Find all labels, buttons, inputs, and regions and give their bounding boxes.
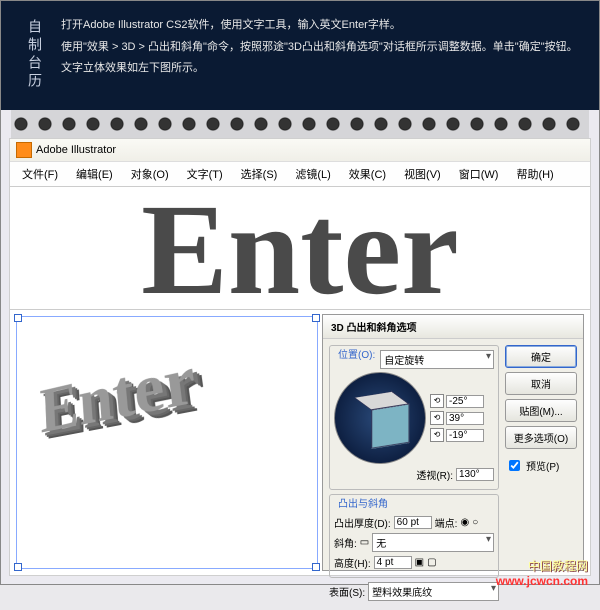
perspective-input[interactable]: 130°	[456, 468, 494, 481]
bevel-dropdown[interactable]: 无	[372, 533, 494, 552]
canvas-flat-text: Enter	[10, 187, 590, 309]
tutorial-header: 自制台历 打开Adobe Illustrator CS2软件，使用文字工具，输入…	[1, 1, 599, 110]
menu-window[interactable]: 窗口(W)	[451, 164, 507, 184]
selection-handle[interactable]	[14, 314, 22, 322]
angle-z-input[interactable]: -19°	[446, 429, 484, 442]
depth-label: 凸出厚度(D):	[334, 515, 391, 530]
selection-handle[interactable]	[14, 563, 22, 571]
extrude-fieldset: 凸出与斜角 凸出厚度(D): 60 pt 端点: ◉ ○ 斜角: ▭	[329, 494, 499, 578]
app-title: Adobe Illustrator	[36, 144, 116, 156]
position-label: 位置(O):	[336, 346, 377, 361]
cap-off-icon[interactable]: ○	[472, 517, 478, 528]
more-options-button[interactable]: 更多选项(O)	[505, 426, 577, 449]
watermark: 中国教程网 www.jcwcn.com	[496, 559, 588, 590]
axis-y-icon: ⟲	[430, 411, 444, 425]
menu-file[interactable]: 文件(F)	[14, 164, 66, 184]
bevel-in-icon[interactable]: ▣	[415, 557, 424, 568]
enter-3d[interactable]: Enter	[39, 340, 201, 449]
cap-on-icon[interactable]: ◉	[460, 517, 469, 528]
app-icon	[16, 142, 32, 158]
bevel-out-icon[interactable]: ▢	[427, 557, 436, 568]
bevel-shape-icon: ▭	[360, 537, 369, 548]
dialog-title: 3D 凸出和斜角选项	[323, 315, 583, 339]
axis-z-icon: ⟲	[430, 428, 444, 442]
height-label: 高度(H):	[334, 555, 371, 570]
spiral-binding	[11, 110, 589, 138]
instruction-1: 打开Adobe Illustrator CS2软件，使用文字工具，输入英文Ent…	[61, 17, 579, 35]
bevel-label: 斜角:	[334, 535, 357, 550]
surface-label: 表面(S):	[329, 584, 365, 599]
cancel-button[interactable]: 取消	[505, 372, 577, 395]
instruction-2: 使用"效果 > 3D > 凸出和斜角"命令，按照邪途"3D凸出和斜角选项"对话框…	[61, 39, 579, 57]
perspective-label: 透视(R):	[416, 467, 453, 482]
height-input[interactable]: 4 pt	[374, 556, 412, 569]
extrude-bevel-dialog: 3D 凸出和斜角选项 位置(O): 自定旋转	[322, 314, 584, 571]
watermark-line1: 中国教程网	[496, 559, 588, 575]
menu-help[interactable]: 帮助(H)	[508, 164, 561, 184]
watermark-line2: www.jcwcn.com	[496, 574, 588, 590]
titlebar[interactable]: Adobe Illustrator	[10, 139, 590, 162]
selection-handle[interactable]	[312, 563, 320, 571]
preview-label: 预览(P)	[526, 458, 559, 473]
menu-edit[interactable]: 编辑(E)	[68, 164, 121, 184]
selection-handle[interactable]	[312, 314, 320, 322]
enter-flat: Enter	[10, 192, 590, 309]
preview-check-input[interactable]	[509, 460, 520, 471]
angle-x-input[interactable]: -25°	[446, 395, 484, 408]
angle-y-input[interactable]: 39°	[446, 412, 484, 425]
instruction-3: 文字立体效果如左下图所示。	[61, 60, 579, 78]
axis-x-icon: ⟲	[430, 394, 444, 408]
illustrator-window: Adobe Illustrator 文件(F) 编辑(E) 对象(O) 文字(T…	[9, 138, 591, 576]
preview-checkbox[interactable]: 预览(P)	[505, 457, 577, 474]
map-art-button[interactable]: 贴图(M)...	[505, 399, 577, 422]
artboard-3d[interactable]: Enter	[16, 316, 318, 569]
position-dropdown[interactable]: 自定旋转	[380, 350, 494, 369]
cap-label: 端点:	[435, 515, 458, 530]
depth-input[interactable]: 60 pt	[394, 516, 432, 529]
ok-button[interactable]: 确定	[505, 345, 577, 368]
header-sidebar-title: 自制台历	[25, 19, 45, 91]
rotation-trackball[interactable]	[334, 372, 426, 464]
extrude-legend: 凸出与斜角	[336, 495, 390, 510]
surface-dropdown[interactable]: 塑料效果底纹	[368, 582, 499, 601]
position-fieldset: 位置(O): 自定旋转 ⟲-25° ⟲39° ⟲-19°	[329, 345, 499, 490]
